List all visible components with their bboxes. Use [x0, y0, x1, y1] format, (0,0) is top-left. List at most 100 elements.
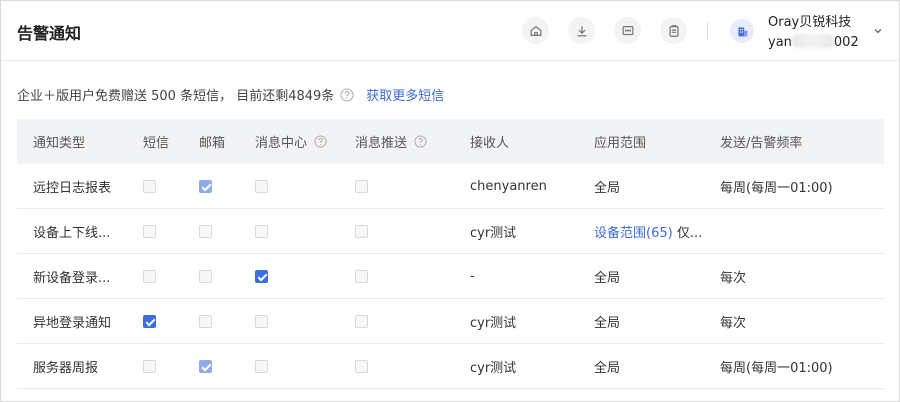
center-checkbox[interactable]: [255, 315, 268, 328]
cell-center: [255, 209, 268, 254]
cell-push: [355, 164, 368, 209]
cell-email: [199, 344, 212, 389]
cell-type: 设备上下线...: [33, 226, 111, 241]
sms-checkbox[interactable]: [143, 180, 156, 193]
col-header-type: 通知类型: [33, 136, 86, 151]
cell-email: [199, 164, 212, 209]
cell-push: [355, 344, 368, 389]
push-checkbox[interactable]: [355, 270, 368, 283]
help-icon[interactable]: [414, 135, 427, 148]
table-header: 通知类型 短信 邮箱 消息中心 消息推送 接收人 应用范围 发送/告警频率: [17, 119, 884, 164]
help-icon[interactable]: [340, 88, 354, 102]
center-checkbox[interactable]: [255, 225, 268, 238]
table-row: 异地登录通知 cyr测试 全局 每次: [17, 299, 884, 344]
cell-scope: 设备范围(65) 仅...: [594, 209, 702, 254]
cell-push: [355, 209, 368, 254]
center-checkbox[interactable]: [255, 270, 268, 283]
table-row: 服务器周报 cyr测试 全局 每周(每周一01:00): [17, 344, 884, 389]
cell-receiver: chenyanren: [470, 179, 547, 194]
cell-scope: 全局: [594, 316, 621, 331]
sms-checkbox[interactable]: [143, 225, 156, 238]
cell-sms: [143, 299, 156, 344]
app-window: 告警通知 Oray贝锐科技 yan 002 企业＋版用户免费赠送 500 条短信，…: [0, 0, 900, 402]
table-row: 设备上下线... cyr测试 设备范围(65) 仅...: [17, 209, 884, 254]
cell-sms: [143, 254, 156, 299]
cell-type: 远控日志报表: [33, 181, 112, 196]
email-checkbox[interactable]: [199, 180, 212, 193]
col-header-freq: 发送/告警频率: [720, 136, 803, 151]
cell-center: [255, 164, 268, 209]
col-header-scope: 应用范围: [594, 136, 647, 151]
cell-scope: 全局: [594, 361, 621, 376]
masked-text: [791, 34, 834, 48]
cell-receiver: -: [470, 269, 475, 284]
download-icon[interactable]: [568, 17, 595, 44]
cell-push: [355, 254, 368, 299]
org-avatar-icon[interactable]: [730, 19, 754, 43]
col-header-center: 消息中心: [255, 119, 327, 164]
cell-center: [255, 299, 268, 344]
center-checkbox[interactable]: [255, 360, 268, 373]
sms-quota-text: 企业＋版用户免费赠送 500 条短信， 目前还剩4849条: [17, 89, 335, 104]
cell-center: [255, 254, 268, 299]
user-id-suffix: 002: [833, 35, 859, 50]
sms-quota-notice: 企业＋版用户免费赠送 500 条短信， 目前还剩4849条 获取更多短信: [17, 85, 444, 104]
cell-freq: 每周(每周一01:00): [720, 361, 833, 376]
page-title: 告警通知: [17, 24, 82, 43]
cell-center: [255, 344, 268, 389]
push-checkbox[interactable]: [355, 180, 368, 193]
cell-email: [199, 254, 212, 299]
home-icon[interactable]: [522, 17, 549, 44]
alert-table: 通知类型 短信 邮箱 消息中心 消息推送 接收人 应用范围 发送/告警频率 远控…: [17, 119, 884, 389]
cell-type: 新设备登录...: [33, 271, 111, 286]
cell-freq: 每次: [720, 316, 747, 331]
table-body: 远控日志报表 chenyanren 全局 每周(每周一01:00) 设备上下线... cy…: [17, 164, 884, 389]
get-more-sms-link[interactable]: 获取更多短信: [366, 85, 444, 104]
user-account-id[interactable]: yan 002: [768, 34, 859, 50]
user-org-name[interactable]: Oray贝锐科技: [768, 11, 851, 30]
message-icon[interactable]: [614, 17, 641, 44]
sms-checkbox[interactable]: [143, 270, 156, 283]
scope-link[interactable]: 设备范围(65): [594, 222, 673, 241]
cell-email: [199, 299, 212, 344]
push-checkbox[interactable]: [355, 225, 368, 238]
top-header: 告警通知 Oray贝锐科技 yan 002: [1, 1, 899, 61]
center-checkbox[interactable]: [255, 180, 268, 193]
table-row: 新设备登录... - 全局 每次: [17, 254, 884, 299]
sms-checkbox[interactable]: [143, 360, 156, 373]
cell-type: 服务器周报: [33, 361, 99, 376]
scope-suffix: 仅...: [672, 226, 703, 241]
cell-push: [355, 299, 368, 344]
cell-receiver: cyr测试: [470, 226, 517, 241]
cell-freq: 每次: [720, 271, 747, 286]
push-checkbox[interactable]: [355, 360, 368, 373]
cell-scope: 全局: [594, 181, 621, 196]
email-checkbox[interactable]: [199, 360, 212, 373]
col-header-email: 邮箱: [199, 136, 226, 151]
email-checkbox[interactable]: [199, 225, 212, 238]
push-checkbox[interactable]: [355, 315, 368, 328]
col-header-center-label: 消息中心: [255, 136, 308, 151]
cell-receiver: cyr测试: [470, 361, 517, 376]
help-icon[interactable]: [314, 135, 327, 148]
cell-type: 异地登录通知: [33, 316, 112, 331]
cell-sms: [143, 209, 156, 254]
cell-sms: [143, 344, 156, 389]
header-divider: [707, 22, 708, 40]
chevron-down-icon[interactable]: [872, 25, 884, 37]
cell-email: [199, 209, 212, 254]
col-header-sms: 短信: [143, 136, 170, 151]
col-header-receiver: 接收人: [470, 136, 510, 151]
cell-receiver: cyr测试: [470, 316, 517, 331]
cell-freq: 每周(每周一01:00): [720, 181, 833, 196]
email-checkbox[interactable]: [199, 315, 212, 328]
cell-scope: 全局: [594, 271, 621, 286]
cell-sms: [143, 164, 156, 209]
sms-checkbox[interactable]: [143, 315, 156, 328]
email-checkbox[interactable]: [199, 270, 212, 283]
col-header-push: 消息推送: [355, 119, 427, 164]
table-row: 远控日志报表 chenyanren 全局 每周(每周一01:00): [17, 164, 884, 209]
clipboard-icon[interactable]: [660, 17, 687, 44]
user-id-prefix: yan: [768, 35, 792, 50]
col-header-push-label: 消息推送: [355, 136, 408, 151]
